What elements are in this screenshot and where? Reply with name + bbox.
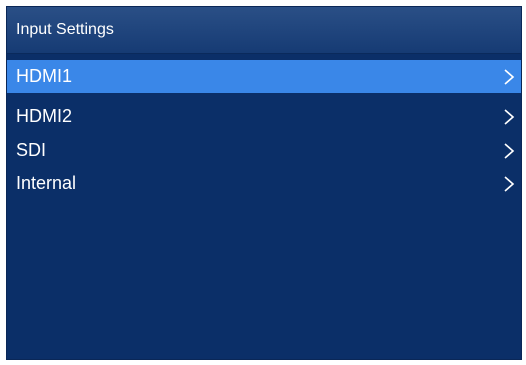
page-title: Input Settings xyxy=(16,21,114,38)
menu-item-hdmi2[interactable]: HDMI2 xyxy=(7,100,521,133)
panel-header: Input Settings xyxy=(7,7,521,54)
chevron-right-icon xyxy=(504,142,515,159)
input-settings-panel: Input Settings HDMI1 HDMI2 SDI Internal xyxy=(6,6,522,360)
menu-item-internal[interactable]: Internal xyxy=(7,167,521,200)
chevron-right-icon xyxy=(504,68,515,85)
menu-item-hdmi1[interactable]: HDMI1 xyxy=(7,60,521,93)
menu-item-sdi[interactable]: SDI xyxy=(7,134,521,167)
menu-item-label: HDMI2 xyxy=(16,106,73,126)
chevron-right-icon xyxy=(504,108,515,125)
chevron-right-icon xyxy=(504,175,515,192)
menu-item-label: HDMI1 xyxy=(16,66,73,86)
menu-item-label: Internal xyxy=(16,173,77,193)
menu-item-label: SDI xyxy=(16,140,47,160)
